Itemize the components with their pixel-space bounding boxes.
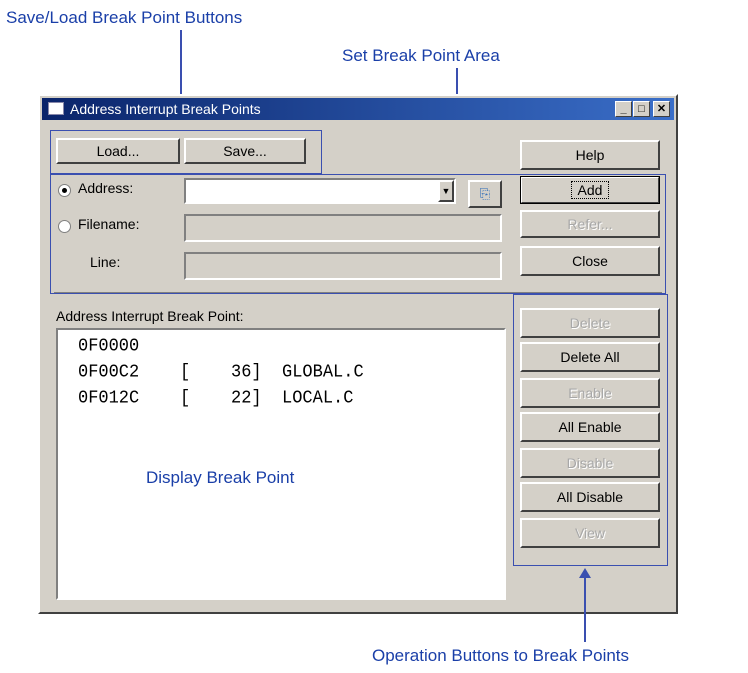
filename-label: Filename: bbox=[78, 216, 140, 232]
title-bar[interactable]: Address Interrupt Break Points _ □ ✕ bbox=[42, 98, 674, 120]
address-combo[interactable] bbox=[184, 178, 456, 204]
window-icon bbox=[48, 102, 64, 115]
list-item[interactable]: 0F0000 bbox=[78, 336, 139, 357]
load-button[interactable]: Load... bbox=[56, 138, 180, 164]
add-button[interactable]: Add bbox=[520, 176, 660, 204]
break-point-list[interactable]: 0F0000 0F00C2 [ 36] GLOBAL.C 0F012C [ 22… bbox=[56, 328, 506, 600]
all-enable-button[interactable]: All Enable bbox=[520, 412, 660, 442]
browse-icon[interactable]: ⎘ bbox=[468, 180, 502, 208]
address-radio[interactable] bbox=[58, 184, 71, 197]
save-button[interactable]: Save... bbox=[184, 138, 306, 164]
maximize-icon[interactable]: □ bbox=[633, 101, 650, 117]
delete-all-button[interactable]: Delete All bbox=[520, 342, 660, 372]
help-button[interactable]: Help bbox=[520, 140, 660, 170]
view-button[interactable]: View bbox=[520, 518, 660, 548]
divider bbox=[54, 292, 662, 294]
annotation-set-area: Set Break Point Area bbox=[342, 46, 500, 65]
minimize-icon[interactable]: _ bbox=[615, 101, 632, 117]
list-heading: Address Interrupt Break Point: bbox=[56, 308, 244, 324]
chevron-down-icon[interactable]: ▼ bbox=[438, 180, 454, 202]
address-label: Address: bbox=[78, 180, 134, 196]
all-disable-button[interactable]: All Disable bbox=[520, 482, 660, 512]
line-field[interactable] bbox=[184, 252, 502, 280]
window-title: Address Interrupt Break Points bbox=[70, 101, 261, 117]
line-label: Line: bbox=[90, 254, 121, 270]
annotation-display: Display Break Point bbox=[146, 468, 295, 487]
annotation-operations: Operation Buttons to Break Points bbox=[372, 646, 630, 665]
list-item[interactable]: 0F012C [ 22] LOCAL.C bbox=[78, 388, 353, 409]
enable-button[interactable]: Enable bbox=[520, 378, 660, 408]
close-button[interactable]: Close bbox=[520, 246, 660, 276]
filename-field[interactable] bbox=[184, 214, 502, 242]
break-points-dialog: Address Interrupt Break Points _ □ ✕ Loa… bbox=[38, 94, 678, 614]
close-icon[interactable]: ✕ bbox=[653, 101, 670, 117]
delete-button[interactable]: Delete bbox=[520, 308, 660, 338]
disable-button[interactable]: Disable bbox=[520, 448, 660, 478]
add-button-label: Add bbox=[570, 181, 610, 199]
filename-radio[interactable] bbox=[58, 220, 71, 233]
list-item[interactable]: 0F00C2 [ 36] GLOBAL.C bbox=[78, 362, 364, 383]
annotation-line-operations bbox=[584, 576, 586, 642]
annotation-save-load: Save/Load Break Point Buttons bbox=[6, 8, 243, 27]
refer-button[interactable]: Refer... bbox=[520, 210, 660, 238]
